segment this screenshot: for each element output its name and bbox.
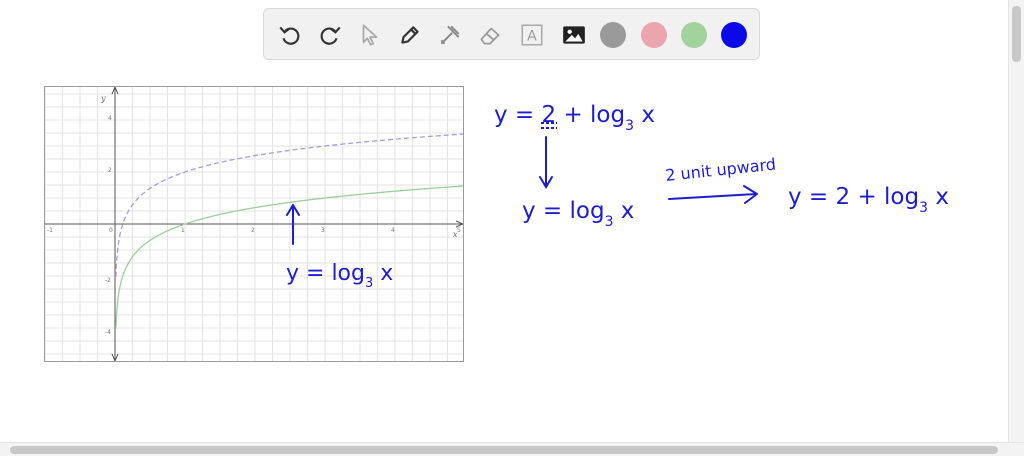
vertical-scrollbar[interactable] [1008, 0, 1024, 442]
vertical-scroll-thumb[interactable] [1012, 6, 1021, 62]
down-arrow [539, 136, 553, 189]
horizontal-scroll-thumb[interactable] [10, 446, 998, 454]
equation-result: y = 2 + log3 x [788, 184, 949, 216]
curve-label: y = log3 x [286, 261, 393, 291]
transformation-label: 2 unit upward [664, 154, 776, 184]
annotation-layer: y = 2 + log3 x y = log3 x 2 unit upward … [286, 102, 949, 291]
equation-shifted-top: y = 2 + log3 x [494, 102, 655, 134]
horizontal-scrollbar[interactable] [0, 442, 1024, 456]
curve-pointer-arrow [286, 204, 300, 245]
equation-parent: y = log3 x [522, 198, 634, 230]
right-arrow [668, 185, 758, 204]
